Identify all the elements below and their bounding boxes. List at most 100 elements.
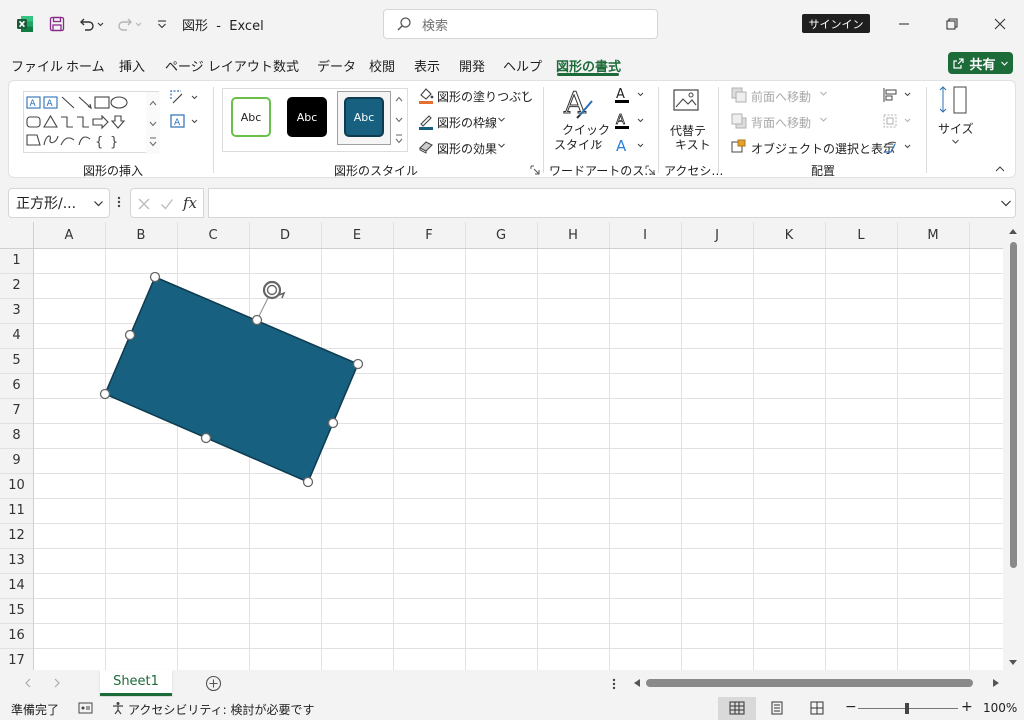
tab-review[interactable]: 校閲 bbox=[369, 56, 395, 75]
search-placeholder: 検索 bbox=[422, 18, 449, 34]
tab-view[interactable]: 表示 bbox=[414, 56, 440, 75]
bring-forward-button: 前面へ移動 bbox=[751, 90, 812, 104]
dialog-launcher-icon[interactable] bbox=[530, 165, 540, 175]
svg-text:}: } bbox=[110, 135, 118, 150]
zoom-in-icon[interactable]: + bbox=[961, 699, 973, 715]
name-box[interactable]: 正方形/... bbox=[8, 188, 110, 218]
outline-pen-icon[interactable] bbox=[417, 112, 435, 130]
align-icon[interactable] bbox=[881, 86, 915, 104]
expand-formula-icon[interactable] bbox=[1000, 199, 1012, 208]
rotation-handle-icon[interactable] bbox=[262, 280, 286, 300]
quick-styles-icon[interactable]: A bbox=[562, 85, 596, 121]
scroll-up-icon[interactable] bbox=[1007, 226, 1019, 236]
style-sample-black[interactable]: Abc bbox=[287, 97, 327, 137]
accessibility-status[interactable]: アクセシビリティ: 検討が必要です bbox=[128, 701, 315, 718]
formula-buttons: fx bbox=[130, 188, 204, 218]
horizontal-scrollbar-thumb[interactable] bbox=[646, 679, 973, 687]
share-icon bbox=[952, 57, 965, 70]
tab-developer[interactable]: 開発 bbox=[459, 56, 485, 75]
rectangle-shape[interactable] bbox=[104, 276, 359, 483]
zoom-slider-thumb[interactable] bbox=[905, 703, 909, 714]
normal-view-button[interactable] bbox=[718, 697, 756, 720]
svg-text:A: A bbox=[616, 87, 625, 102]
sheet-tab-sheet1[interactable]: Sheet1 bbox=[100, 670, 172, 696]
chevron-down-icon[interactable] bbox=[951, 137, 960, 146]
next-sheet-icon[interactable] bbox=[53, 678, 61, 688]
size-button[interactable]: サイズ bbox=[938, 120, 974, 137]
status-ready: 準備完了 bbox=[11, 703, 60, 717]
chevron-down-icon[interactable] bbox=[93, 199, 104, 208]
macro-record-icon[interactable] bbox=[78, 701, 94, 715]
save-icon[interactable] bbox=[46, 12, 68, 36]
tab-page-layout[interactable]: ページ レイアウト bbox=[165, 56, 273, 75]
text-outline-icon[interactable]: A bbox=[613, 112, 649, 130]
alt-text-label-2[interactable]: キスト bbox=[675, 136, 711, 153]
customize-qat-icon[interactable] bbox=[154, 12, 170, 36]
page-layout-view-icon[interactable] bbox=[770, 701, 784, 715]
group-divider bbox=[213, 87, 214, 173]
send-backward-button: 背面へ移動 bbox=[751, 116, 812, 130]
worksheet-grid[interactable]: ABCDEFGHIJKLM 1 2 3 4 5 6 7 8 9 10 11 12 13 14 15 16 17 bbox=[0, 222, 1024, 670]
scroll-down-icon[interactable] bbox=[1007, 658, 1019, 668]
text-fill-icon[interactable]: A bbox=[613, 86, 649, 104]
formula-input[interactable] bbox=[208, 188, 1016, 218]
tab-help[interactable]: ヘルプ bbox=[503, 56, 542, 75]
rotate-icon[interactable] bbox=[881, 138, 915, 156]
chevron-down-icon[interactable] bbox=[497, 115, 506, 124]
text-box-icon[interactable]: A bbox=[169, 113, 201, 131]
shape-effects-icon[interactable] bbox=[417, 138, 435, 154]
edit-shape-icon[interactable] bbox=[169, 89, 201, 107]
share-label: 共有 bbox=[969, 57, 996, 73]
style-gallery-scroll[interactable] bbox=[392, 89, 406, 151]
tab-formulas[interactable]: 数式 bbox=[273, 56, 299, 75]
scroll-left-icon[interactable] bbox=[632, 678, 642, 688]
dialog-launcher-icon[interactable] bbox=[645, 165, 655, 175]
sheet-tab-bar: Sheet1 bbox=[0, 670, 1024, 696]
shape-gallery[interactable]: A A {} bbox=[23, 91, 160, 154]
chevron-down-icon[interactable] bbox=[594, 138, 603, 147]
page-break-view-icon[interactable] bbox=[810, 701, 824, 715]
group-divider bbox=[543, 87, 544, 173]
selection-pane-icon[interactable] bbox=[730, 138, 748, 156]
cancel-icon bbox=[137, 197, 151, 211]
tab-data[interactable]: データ bbox=[317, 56, 356, 75]
share-button[interactable]: 共有 bbox=[948, 52, 1013, 74]
more-options-icon[interactable] bbox=[612, 677, 616, 691]
svg-text:A: A bbox=[47, 99, 54, 109]
add-sheet-icon[interactable] bbox=[205, 675, 222, 692]
tab-file[interactable]: ファイル bbox=[11, 56, 63, 75]
selection-pane-button[interactable]: オブジェクトの選択と表示 bbox=[751, 140, 895, 157]
chevron-down-icon[interactable] bbox=[521, 89, 530, 98]
group-objects-icon bbox=[881, 112, 915, 130]
more-options-icon[interactable] bbox=[117, 195, 121, 209]
size-icon[interactable] bbox=[937, 84, 971, 118]
zoom-out-icon[interactable]: − bbox=[845, 699, 857, 715]
close-icon[interactable] bbox=[988, 12, 1012, 36]
insert-function-button[interactable]: fx bbox=[183, 194, 197, 212]
style-sample-blue[interactable]: Abc bbox=[344, 97, 384, 137]
style-sample-outline[interactable]: Abc bbox=[231, 97, 271, 137]
shape-outline-button[interactable]: 図形の枠線 bbox=[437, 114, 497, 131]
shape-fill-button[interactable]: 図形の塗りつぶし bbox=[437, 88, 533, 105]
tab-home[interactable]: ホーム bbox=[66, 56, 105, 75]
undo-icon[interactable] bbox=[76, 12, 106, 36]
fill-bucket-icon[interactable] bbox=[417, 86, 435, 104]
group-divider bbox=[718, 87, 719, 173]
prev-sheet-icon[interactable] bbox=[24, 678, 32, 688]
zoom-level[interactable]: 100% bbox=[983, 701, 1017, 715]
text-effects-icon[interactable]: A bbox=[613, 137, 649, 155]
minimize-icon[interactable] bbox=[892, 12, 916, 36]
chevron-down-icon[interactable] bbox=[497, 141, 506, 150]
restore-icon[interactable] bbox=[940, 12, 964, 36]
alt-text-icon[interactable] bbox=[672, 87, 702, 117]
search-input[interactable]: 検索 bbox=[383, 9, 658, 39]
accessibility-icon[interactable] bbox=[111, 701, 125, 715]
collapse-ribbon-icon[interactable] bbox=[994, 164, 1006, 174]
group-label-shape-styles: 図形のスタイル bbox=[334, 164, 419, 178]
scroll-right-icon[interactable] bbox=[991, 678, 1001, 688]
shape-effects-button[interactable]: 図形の効果 bbox=[437, 140, 497, 157]
vertical-scrollbar-thumb[interactable] bbox=[1010, 242, 1017, 568]
tab-insert[interactable]: 挿入 bbox=[119, 56, 145, 75]
signin-button[interactable]: サインイン bbox=[802, 14, 870, 33]
title-bar: 図形 - Excel 検索 サインイン bbox=[0, 0, 1024, 48]
